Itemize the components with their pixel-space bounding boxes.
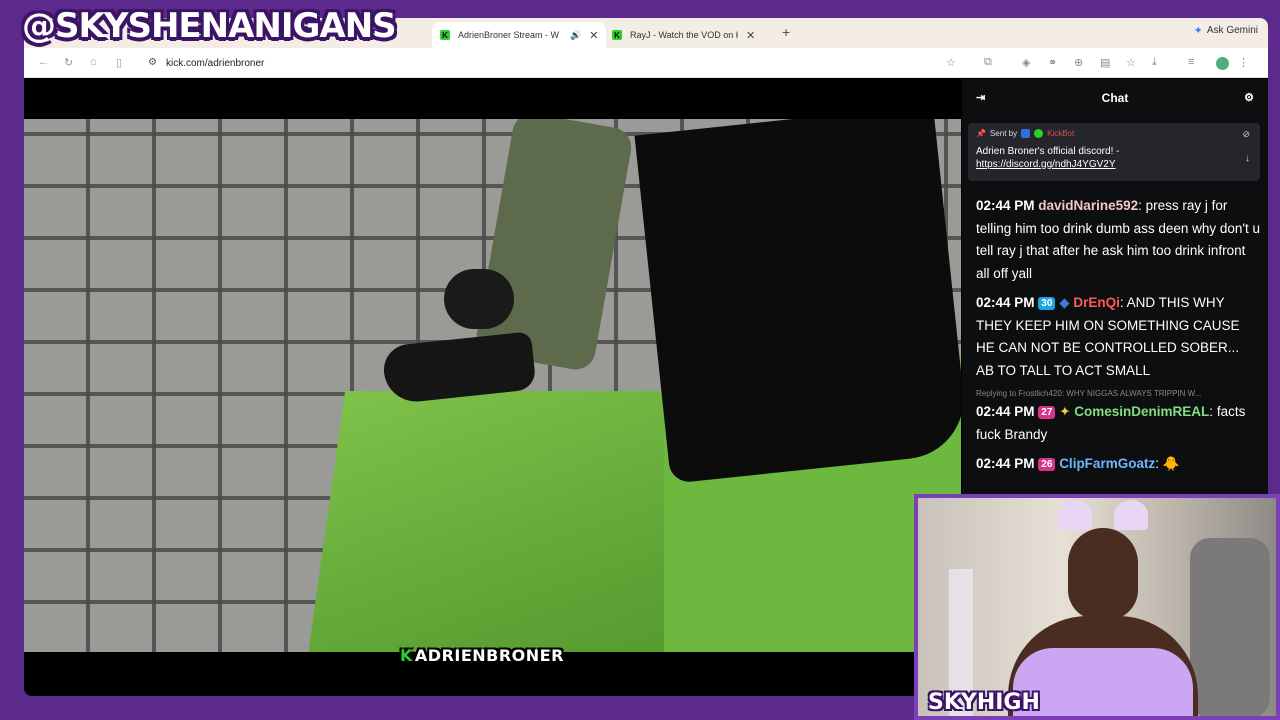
webcam-label: SKYHIGH <box>928 690 1040 715</box>
chat-emote: 🐥 <box>1162 456 1180 471</box>
address-bar[interactable]: kick.com/adrienbroner <box>166 58 264 69</box>
sub-badge: 27 <box>1038 406 1056 419</box>
streamer-handle-overlay: @SKYSHENANIGANS <box>22 6 397 46</box>
home-icon[interactable]: ⌂ <box>90 56 97 68</box>
extensions-icon[interactable]: ⧉ <box>984 56 992 69</box>
pinned-sender: 📌 Sent by KickBot <box>976 129 1075 138</box>
ask-gemini-label: Ask Gemini <box>1206 25 1258 36</box>
close-tab-icon[interactable]: ✕ <box>746 29 755 42</box>
kick-favicon-icon: K <box>612 30 622 40</box>
expand-icon[interactable]: ↓ <box>1245 153 1250 164</box>
webcam-feed <box>918 498 1276 716</box>
chat-message: 02:44 PM 26 ClipFarmGoatz: 🐥 <box>976 456 1180 471</box>
gem-badge-icon: ◆ <box>1059 295 1070 310</box>
chat-username[interactable]: ComesinDenimREAL <box>1074 404 1209 419</box>
tab-title: RayJ - Watch the VOD on Kic <box>630 30 738 40</box>
webcam-overlay: SKYHIGH <box>914 494 1280 720</box>
kick-favicon-icon: K <box>440 30 450 40</box>
video-player[interactable]: K ADRIENBRONER <box>24 79 961 696</box>
chat-message: Replying to Frostlich420: WHY NIGGAS ALW… <box>976 389 1260 446</box>
media-icon[interactable]: ≡ <box>1188 56 1194 68</box>
stream-frame: @SKYSHENANIGANS K AdrienBroner Stream - … <box>0 0 1280 720</box>
pinned-message: 📌 Sent by KickBot Adrien Broner's offici… <box>968 123 1260 181</box>
download-icon[interactable]: ⤓ <box>1152 56 1157 69</box>
browser-toolbar: ← ↻ ⌂ ▯ ⚙ kick.com/adrienbroner ☆ ⧉ ◈ ⚭ … <box>24 48 1268 78</box>
chat-messages: 02:44 PM davidNarine592: press ray j for… <box>976 195 1260 483</box>
back-icon[interactable]: ← <box>38 56 49 68</box>
extension-icon[interactable]: ◈ <box>1022 56 1030 69</box>
pin-icon: 📌 <box>976 129 986 138</box>
close-tab-icon[interactable]: ✕ <box>589 29 598 42</box>
chat-username[interactable]: davidNarine592 <box>1038 198 1138 213</box>
badge-icon <box>1021 129 1031 138</box>
sub-badge: 30 <box>1038 297 1056 310</box>
reading-list-icon[interactable]: ▤ <box>1100 56 1110 69</box>
gift-badge-icon: ✦ <box>1059 404 1071 419</box>
tab-adrienbroner[interactable]: K AdrienBroner Stream - W 🔊 ✕ <box>432 22 607 48</box>
profile-avatar[interactable] <box>1216 57 1229 70</box>
collapse-chat-icon[interactable]: ⇥ <box>976 91 985 104</box>
gemini-icon: ✦ <box>1193 25 1203 37</box>
chat-header: ⇥ Chat ⚙ <box>962 79 1268 117</box>
site-info-icon[interactable]: ⚙ <box>148 57 157 68</box>
extension-icon[interactable]: ⚭ <box>1048 56 1057 69</box>
verified-icon <box>1034 129 1044 138</box>
chat-title: Chat <box>1101 91 1129 105</box>
chat-settings-icon[interactable]: ⚙ <box>1244 91 1254 104</box>
video-frame <box>24 119 961 652</box>
ask-gemini-button[interactable]: ✦ Ask Gemini <box>1194 24 1258 37</box>
chat-message: 02:44 PM 30 ◆ DrEnQi: AND THIS WHY THEY … <box>976 295 1240 378</box>
extension-icon[interactable]: ⊕ <box>1074 56 1083 69</box>
video-watermark: K ADRIENBRONER <box>400 646 564 665</box>
new-tab-button[interactable]: + <box>782 24 790 40</box>
pinned-text: Adrien Broner's official discord! - <box>976 146 1120 157</box>
bookmarks-icon[interactable]: ☆ <box>1126 56 1136 69</box>
pinned-link[interactable]: https://discord.gg/ndhJ4YGV2Y <box>976 159 1252 170</box>
tab-rayj[interactable]: K RayJ - Watch the VOD on Kic ✕ <box>604 22 763 48</box>
sidebar-icon[interactable]: ▯ <box>116 56 122 69</box>
tab-title: AdrienBroner Stream - W <box>458 30 560 40</box>
hide-pin-icon[interactable]: ⊘ <box>1242 129 1250 140</box>
sub-badge: 26 <box>1038 458 1056 471</box>
menu-icon[interactable]: ⋮ <box>1238 56 1249 69</box>
chat-username[interactable]: ClipFarmGoatz <box>1059 456 1155 471</box>
chat-message: 02:44 PM davidNarine592: press ray j for… <box>976 198 1260 281</box>
reload-icon[interactable]: ↻ <box>64 56 73 69</box>
chat-username[interactable]: DrEnQi <box>1073 295 1120 310</box>
bookmark-star-icon[interactable]: ☆ <box>946 56 956 69</box>
speaker-icon[interactable]: 🔊 <box>570 30 581 41</box>
reply-context[interactable]: Replying to Frostlich420: WHY NIGGAS ALW… <box>976 389 1260 399</box>
